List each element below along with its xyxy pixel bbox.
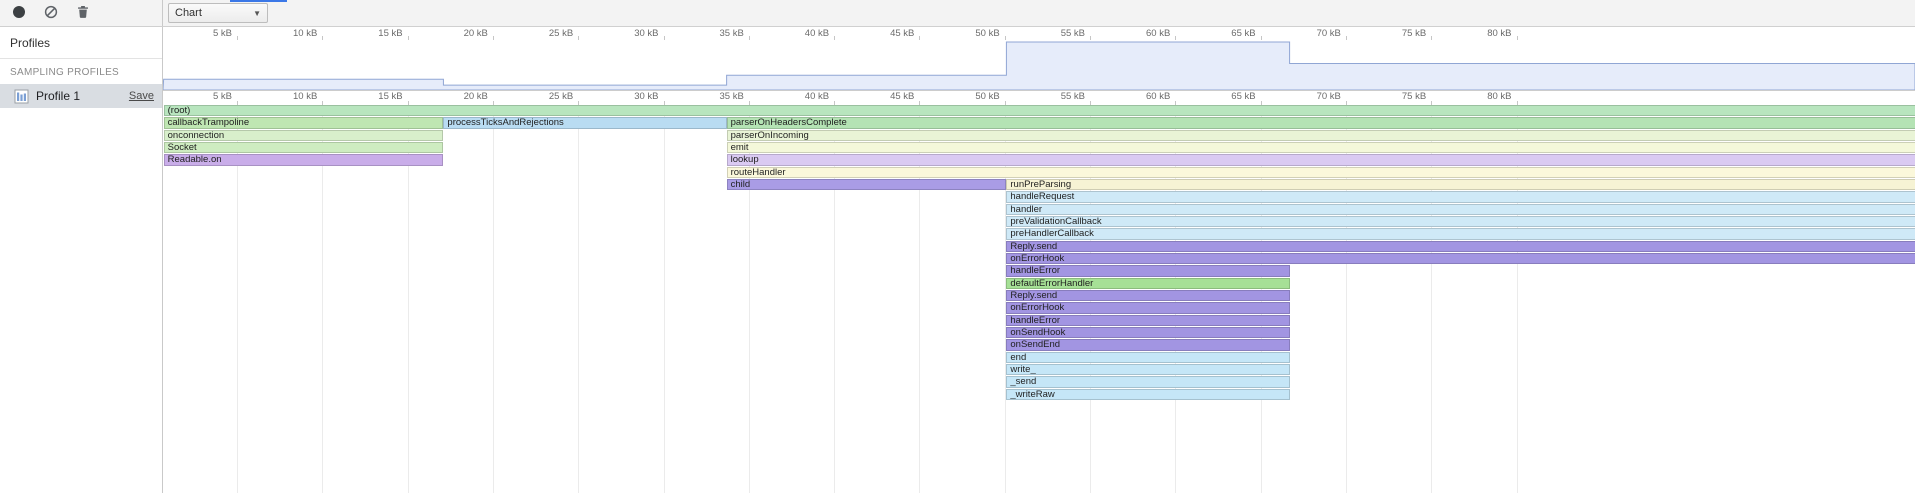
- ruler-tick-label: 10 kB: [293, 28, 322, 39]
- flame-frame[interactable]: _writeRaw: [1006, 389, 1289, 400]
- toolbar: Chart ▼: [0, 0, 1915, 27]
- ruler-tick-label: 40 kB: [805, 28, 834, 39]
- flame-frame[interactable]: Socket: [164, 142, 444, 153]
- ruler-tick-label: 30 kB: [634, 28, 663, 39]
- ruler-tick-label: 20 kB: [464, 28, 493, 39]
- flame-frame[interactable]: child: [727, 179, 1007, 190]
- ruler-tick-label: 30 kB: [634, 91, 663, 102]
- flame-chart-panel: 5 kB 10 kB 15 kB 20 kB 25 kB 30 kB 35 kB 40 kB 4…: [163, 27, 1915, 493]
- devtools-memory-panel: Chart ▼ Profiles SAMPLING PROFILES Profi…: [0, 0, 1915, 493]
- flame-frame[interactable]: runPreParsing: [1006, 179, 1915, 190]
- profile-name: Profile 1: [36, 89, 80, 103]
- flame-frame[interactable]: emit: [727, 142, 1915, 153]
- flame-frame[interactable]: processTicksAndRejections: [443, 117, 726, 128]
- flame-frame[interactable]: parserOnIncoming: [727, 130, 1915, 141]
- profiles-sidebar: Profiles SAMPLING PROFILES Profile 1 Sav…: [0, 27, 163, 493]
- allocation-overview[interactable]: [163, 40, 1915, 91]
- flame-frame[interactable]: callbackTrampoline: [164, 117, 444, 128]
- ruler-tick-label: 40 kB: [805, 91, 834, 102]
- ruler-tick-label: 70 kB: [1317, 91, 1346, 102]
- ruler-tick-label: 25 kB: [549, 91, 578, 102]
- flame-frame[interactable]: preHandlerCallback: [1006, 228, 1915, 239]
- flame-frame[interactable]: onSendHook: [1006, 327, 1289, 338]
- ruler-tick-label: 15 kB: [378, 91, 407, 102]
- flame-frame[interactable]: Reply.send: [1006, 241, 1915, 252]
- ruler-tick-label: 80 kB: [1487, 91, 1516, 102]
- ruler-tick-label: 25 kB: [549, 28, 578, 39]
- flame-frame[interactable]: handleRequest: [1006, 191, 1915, 202]
- ruler-tick-label: 50 kB: [975, 91, 1004, 102]
- circle-slash-icon: [44, 5, 58, 22]
- ruler-tick-label: 55 kB: [1061, 28, 1090, 39]
- ruler-tick-label: 55 kB: [1061, 91, 1090, 102]
- view-mode-value: Chart: [175, 7, 202, 19]
- flame-frame[interactable]: defaultErrorHandler: [1006, 278, 1289, 289]
- profile-icon: [14, 89, 29, 104]
- flame-frame[interactable]: end: [1006, 352, 1289, 363]
- flame-frame[interactable]: onErrorHook: [1006, 302, 1289, 313]
- chevron-down-icon: ▼: [253, 9, 261, 18]
- ruler-tick-label: 5 kB: [213, 91, 237, 102]
- flame-chart[interactable]: (root)callbackTrampolineprocessTicksAndR…: [163, 105, 1915, 493]
- gridline: [493, 105, 494, 493]
- flame-frame[interactable]: onSendEnd: [1006, 339, 1289, 350]
- sidebar-title: Profiles: [0, 27, 162, 58]
- flame-frame[interactable]: parserOnHeadersComplete: [727, 117, 1915, 128]
- save-profile-link[interactable]: Save: [129, 90, 154, 102]
- ruler-tick-label: 45 kB: [890, 28, 919, 39]
- active-tab-indicator: [230, 0, 287, 2]
- ruler-tick-label: 65 kB: [1231, 28, 1260, 39]
- flame-frame[interactable]: _send: [1006, 376, 1289, 387]
- ruler-tick-label: 45 kB: [890, 91, 919, 102]
- flame-frame[interactable]: onconnection: [164, 130, 444, 141]
- ruler-tick-label: 50 kB: [975, 28, 1004, 39]
- ruler-tick-label: 5 kB: [213, 28, 237, 39]
- memory-ruler-top: 5 kB 10 kB 15 kB 20 kB 25 kB 30 kB 35 kB 40 kB 4…: [163, 27, 1915, 40]
- flame-frame[interactable]: handleError: [1006, 315, 1289, 326]
- delete-profile-button[interactable]: [73, 3, 93, 23]
- clear-profiles-button[interactable]: [41, 3, 61, 23]
- flame-frame[interactable]: Reply.send: [1006, 290, 1289, 301]
- gridline: [664, 105, 665, 493]
- flame-frame[interactable]: onErrorHook: [1006, 253, 1915, 264]
- flame-frame[interactable]: handler: [1006, 204, 1915, 215]
- flame-frame[interactable]: write_: [1006, 364, 1289, 375]
- ruler-tick-label: 35 kB: [720, 91, 749, 102]
- flame-frame[interactable]: handleError: [1006, 265, 1289, 276]
- ruler-tick-label: 75 kB: [1402, 91, 1431, 102]
- gridline: [578, 105, 579, 493]
- view-mode-select[interactable]: Chart ▼: [168, 3, 268, 23]
- record-allocation-button[interactable]: [9, 3, 29, 23]
- flame-frame[interactable]: Readable.on: [164, 154, 444, 165]
- memory-ruler-bottom: 5 kB 10 kB 15 kB 20 kB 25 kB 30 kB 35 kB 40 kB 4…: [163, 90, 1915, 105]
- trash-icon: [76, 5, 90, 22]
- flame-frame[interactable]: (root): [164, 105, 1915, 116]
- toolbar-profile-controls: [0, 0, 163, 26]
- ruler-tick-label: 80 kB: [1487, 28, 1516, 39]
- ruler-tick-label: 15 kB: [378, 28, 407, 39]
- ruler-tick-label: 60 kB: [1146, 28, 1175, 39]
- flame-frame[interactable]: routeHandler: [727, 167, 1915, 178]
- ruler-tick-label: 10 kB: [293, 91, 322, 102]
- ruler-tick-label: 75 kB: [1402, 28, 1431, 39]
- flame-frame[interactable]: preValidationCallback: [1006, 216, 1915, 227]
- flame-frame[interactable]: lookup: [727, 154, 1915, 165]
- ruler-tick-label: 35 kB: [720, 28, 749, 39]
- ruler-tick-label: 20 kB: [464, 91, 493, 102]
- sampling-profiles-section-label: SAMPLING PROFILES: [0, 59, 162, 84]
- profile-item-1[interactable]: Profile 1 Save: [0, 84, 162, 108]
- ruler-tick-label: 65 kB: [1231, 91, 1260, 102]
- record-icon: [12, 5, 26, 22]
- ruler-tick-label: 60 kB: [1146, 91, 1175, 102]
- ruler-tick-label: 70 kB: [1317, 28, 1346, 39]
